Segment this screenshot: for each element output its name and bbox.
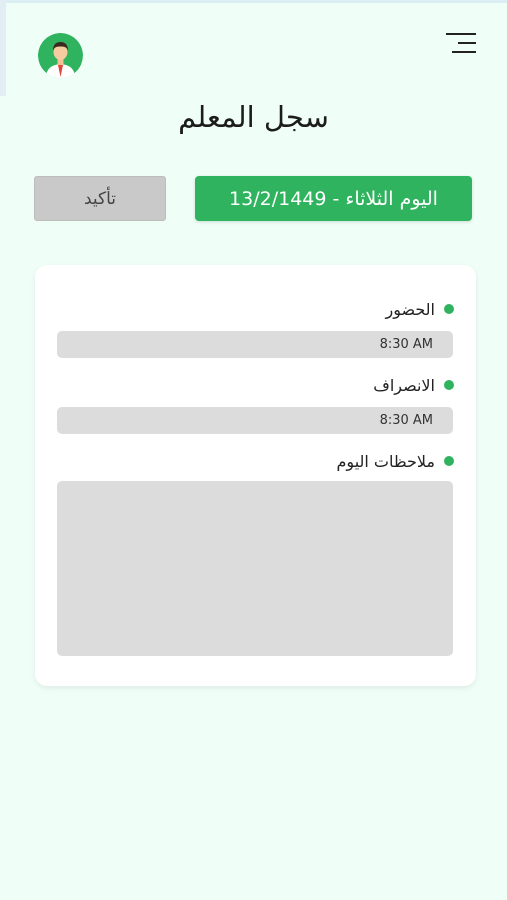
notes-textarea[interactable]	[57, 481, 453, 656]
check-out-time-field[interactable]: 8:30 AM	[57, 407, 453, 434]
bullet-dot-icon	[444, 304, 454, 314]
check-in-heading: الحضور	[385, 297, 454, 321]
hamburger-menu-icon[interactable]	[444, 32, 478, 54]
user-avatar-icon[interactable]	[38, 33, 83, 78]
check-in-time-field[interactable]: 8:30 AM	[57, 331, 453, 358]
date-display[interactable]: اليوم الثلاثاء - 13/2/1449	[195, 176, 472, 221]
page-title: سجل المعلم	[178, 100, 329, 134]
notes-label: ملاحظات اليوم	[336, 451, 435, 471]
bullet-dot-icon	[444, 456, 454, 466]
top-divider	[0, 0, 507, 3]
bullet-dot-icon	[444, 380, 454, 390]
attendance-card: الحضور 8:30 AM الانصراف 8:30 AM ملاحظات …	[35, 265, 476, 686]
notes-heading: ملاحظات اليوم	[337, 449, 454, 473]
check-out-label: الانصراف	[373, 375, 435, 395]
check-in-label: الحضور	[385, 299, 435, 319]
confirm-button[interactable]: تأكيد	[34, 176, 166, 221]
check-out-heading: الانصراف	[373, 373, 454, 397]
left-edge-strip	[0, 0, 6, 96]
